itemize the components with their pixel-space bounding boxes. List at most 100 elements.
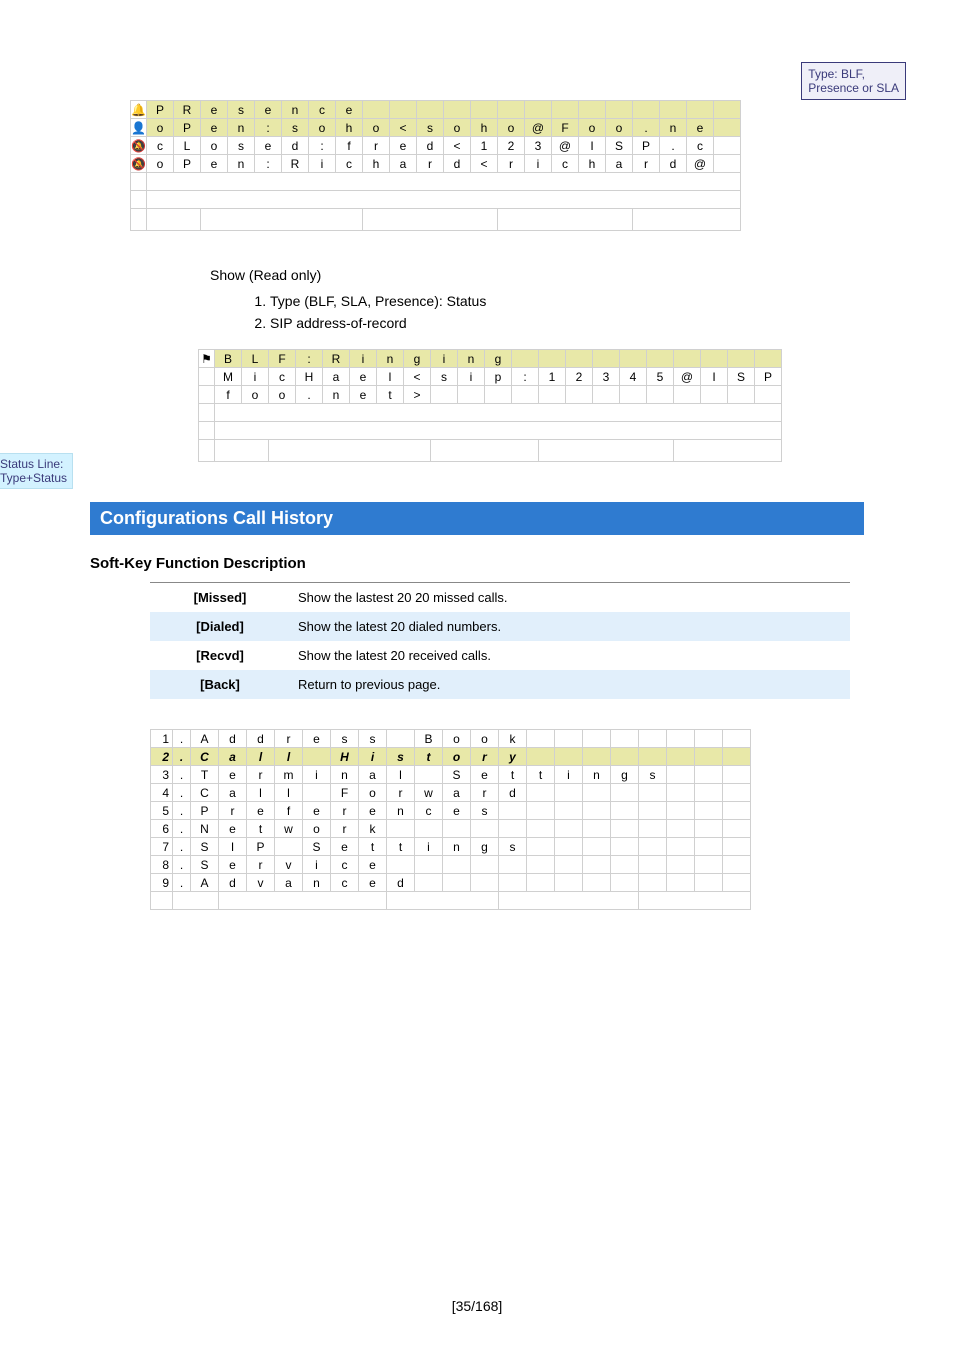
c xyxy=(755,386,782,404)
c: l xyxy=(275,748,303,766)
c xyxy=(755,350,782,368)
c xyxy=(611,820,639,838)
c: : xyxy=(255,155,282,173)
c xyxy=(387,856,415,874)
c: B xyxy=(215,350,242,368)
c: k xyxy=(359,820,387,838)
c xyxy=(443,874,471,892)
softkey-title: Soft-Key Function Description xyxy=(90,555,864,572)
c: 2 xyxy=(498,137,525,155)
c: R xyxy=(174,101,201,119)
c xyxy=(611,874,639,892)
c xyxy=(728,386,755,404)
c xyxy=(695,748,723,766)
c: n xyxy=(583,766,611,784)
c: f xyxy=(215,386,242,404)
c xyxy=(303,748,331,766)
c: k xyxy=(499,730,527,748)
c: g xyxy=(611,766,639,784)
c: T xyxy=(191,766,219,784)
c xyxy=(695,784,723,802)
c: r xyxy=(471,748,499,766)
c: F xyxy=(552,119,579,137)
c: n xyxy=(228,155,255,173)
c xyxy=(387,820,415,838)
c: r xyxy=(471,784,499,802)
c xyxy=(647,350,674,368)
c xyxy=(723,838,751,856)
c xyxy=(415,856,443,874)
c: i xyxy=(431,350,458,368)
c: 7 xyxy=(151,838,173,856)
c xyxy=(639,748,667,766)
c: r xyxy=(247,766,275,784)
c: 5 xyxy=(151,802,173,820)
c xyxy=(471,874,499,892)
c xyxy=(723,766,751,784)
c: n xyxy=(323,386,350,404)
c: h xyxy=(579,155,606,173)
c: . xyxy=(173,838,191,856)
c: h xyxy=(336,119,363,137)
c: n xyxy=(377,350,404,368)
c: n xyxy=(458,350,485,368)
c: s xyxy=(499,838,527,856)
c: . xyxy=(173,820,191,838)
c xyxy=(639,730,667,748)
c xyxy=(303,784,331,802)
c: 4 xyxy=(151,784,173,802)
c xyxy=(593,386,620,404)
c xyxy=(723,820,751,838)
c: e xyxy=(359,856,387,874)
c: o xyxy=(147,119,174,137)
bell-icon: 🔔 xyxy=(131,101,147,119)
c: n xyxy=(228,119,255,137)
c: s xyxy=(417,119,444,137)
c: r xyxy=(219,802,247,820)
c: @ xyxy=(552,137,579,155)
c xyxy=(647,386,674,404)
c: 5 xyxy=(647,368,674,386)
c: M xyxy=(215,368,242,386)
c: F xyxy=(331,784,359,802)
sk-back-label: [Back] xyxy=(150,670,290,699)
c: r xyxy=(275,730,303,748)
c: o xyxy=(359,784,387,802)
c: e xyxy=(201,155,228,173)
c xyxy=(620,350,647,368)
c xyxy=(611,748,639,766)
c xyxy=(723,802,751,820)
c xyxy=(695,802,723,820)
c: I xyxy=(701,368,728,386)
c: . xyxy=(173,730,191,748)
c xyxy=(660,101,687,119)
c: s xyxy=(359,730,387,748)
c: P xyxy=(755,368,782,386)
c: h xyxy=(471,119,498,137)
c xyxy=(639,856,667,874)
c: R xyxy=(282,155,309,173)
c: o xyxy=(242,386,269,404)
sk-missed-label: [Missed] xyxy=(150,583,290,613)
c: y xyxy=(499,748,527,766)
c: r xyxy=(498,155,525,173)
c xyxy=(633,101,660,119)
c xyxy=(512,350,539,368)
c: e xyxy=(336,101,363,119)
c: 3 xyxy=(151,766,173,784)
c: r xyxy=(247,856,275,874)
c: I xyxy=(579,137,606,155)
c: < xyxy=(471,155,498,173)
c xyxy=(555,748,583,766)
c xyxy=(667,784,695,802)
c xyxy=(723,856,751,874)
c xyxy=(499,820,527,838)
c xyxy=(539,386,566,404)
c: : xyxy=(309,137,336,155)
c: A xyxy=(191,730,219,748)
c: S xyxy=(728,368,755,386)
c xyxy=(527,748,555,766)
flag-icon: ⚑ xyxy=(199,350,215,368)
c: d xyxy=(444,155,471,173)
c: n xyxy=(331,766,359,784)
